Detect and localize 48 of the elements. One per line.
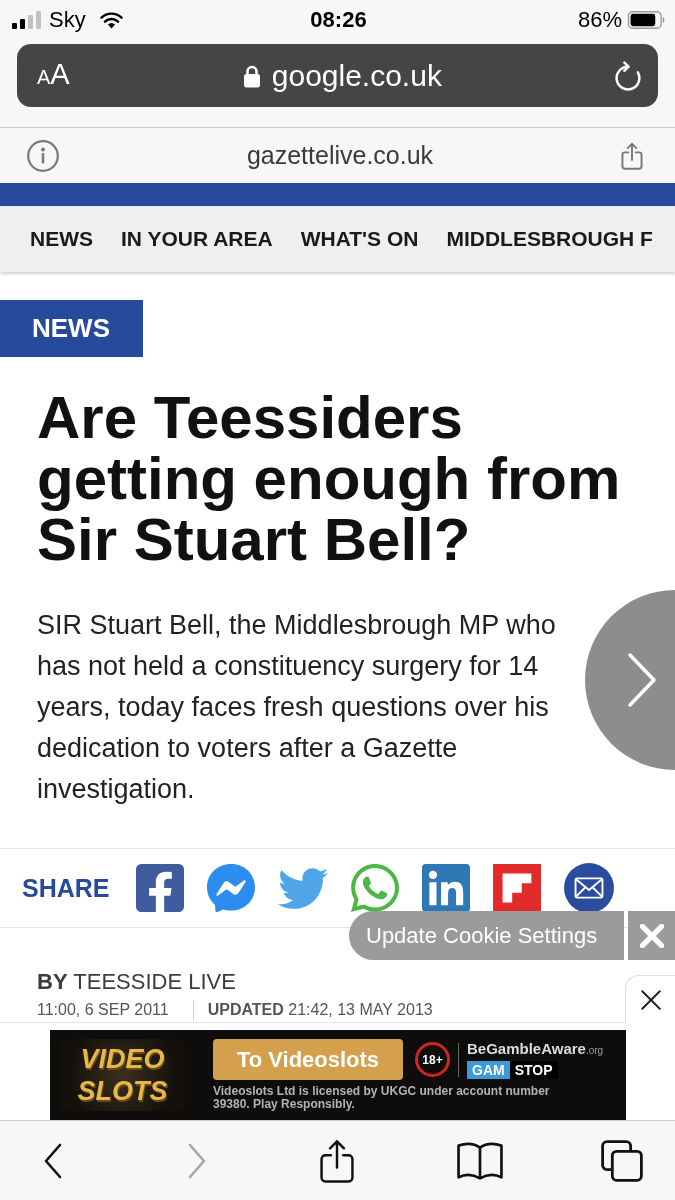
lock-icon	[242, 63, 261, 88]
reload-icon[interactable]	[615, 60, 641, 91]
nav-link[interactable]: WHAT'S ON	[300, 227, 419, 251]
ad-close-button[interactable]	[625, 975, 675, 1023]
close-icon	[639, 988, 662, 1011]
headline: Are Teessiders getting enough from Sir Stuart Bell?	[37, 387, 622, 570]
ad-banner[interactable]: VIDEO SLOTS To Videoslots 18+ BeGambleAware.org GAM STOP Videoslots Ltd is licensed by UKGC under account number 39380. Play Responsibly.	[50, 1030, 626, 1120]
share-icon[interactable]	[319, 1138, 355, 1183]
email-icon[interactable]	[563, 863, 614, 913]
section-label[interactable]: NEWS	[0, 300, 143, 357]
nav-link[interactable]: NEWS	[30, 227, 93, 251]
byline: BY TEESSIDE LIVE	[37, 968, 236, 996]
battery-icon	[627, 11, 665, 29]
chevron-right-icon	[627, 652, 657, 708]
url-text[interactable]: google.co.uk	[271, 57, 442, 94]
site-domain: gazettelive.co.uk	[246, 141, 434, 170]
logo-wordmark: VIDEO SLOTS	[60, 1039, 185, 1111]
clock-time: 08:26	[310, 7, 367, 33]
gam-label: GAM	[467, 1061, 510, 1079]
article-summary: SIR Stuart Bell, the Middlesbrough MP who has not held a constituency surgery for 14 years, today faces fresh questions over his dedication to voters after a Gazette investigation.	[37, 609, 557, 806]
nav-link[interactable]: IN YOUR AREA	[121, 227, 273, 251]
reader-view-button[interactable]: AA	[37, 59, 70, 92]
messenger-icon[interactable]	[206, 864, 255, 912]
flipboard-icon[interactable]	[492, 864, 541, 912]
close-icon	[639, 923, 664, 948]
age-rating-badge: 18+	[415, 1042, 450, 1077]
signal-icon	[12, 11, 41, 29]
linkedin-icon[interactable]	[421, 864, 470, 912]
facebook-icon[interactable]	[135, 864, 184, 912]
twitter-icon[interactable]	[277, 867, 328, 909]
back-chevron-icon[interactable]	[44, 1142, 62, 1179]
close-button[interactable]	[628, 911, 675, 960]
info-icon[interactable]	[27, 139, 59, 172]
wifi-icon	[99, 11, 123, 29]
nav-link[interactable]: MIDDLESBROUGH F	[446, 227, 653, 251]
share-label: SHARE	[22, 873, 110, 903]
tabs-icon[interactable]	[601, 1139, 643, 1182]
gamble-aware-suffix: .org	[585, 1045, 604, 1056]
gamble-aware-text: BeGambleAware	[467, 1040, 586, 1057]
carrier-name: Sky	[49, 7, 86, 33]
bookmarks-icon[interactable]	[457, 1141, 503, 1180]
license-notice: Videoslots Ltd is licensed by UKGC under account number 39380. Play Responsibly.	[213, 1085, 551, 1111]
whatsapp-icon[interactable]	[350, 864, 399, 912]
stop-label: STOP	[509, 1061, 558, 1079]
updated-date: UPDATED 21:42, 13 MAY 2013	[207, 1001, 433, 1019]
battery-percentage: 86%	[577, 7, 622, 33]
publish-date: 11:00, 6 SEP 2011	[37, 1001, 169, 1019]
address-bar[interactable]: AA google.co.uk	[17, 44, 658, 107]
